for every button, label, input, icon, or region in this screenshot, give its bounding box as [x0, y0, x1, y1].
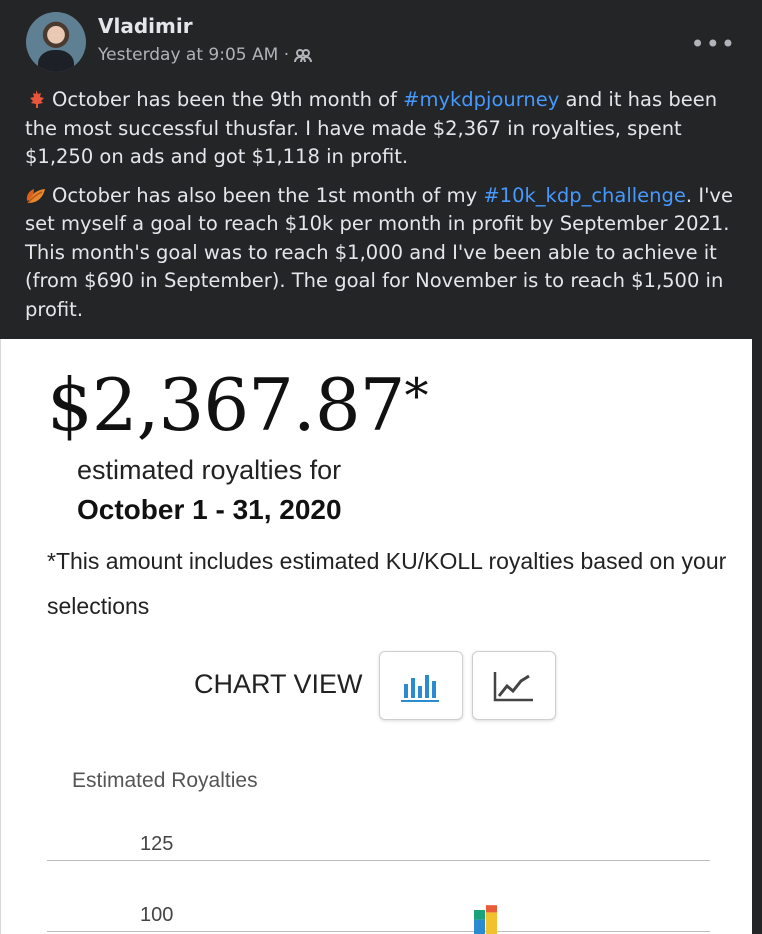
- bar-chart-view-button[interactable]: [379, 651, 463, 720]
- chart-title: Estimated Royalties: [72, 769, 258, 792]
- bar-segment: [486, 905, 497, 913]
- y-tick-label: 125: [140, 833, 174, 855]
- chart-view-label: CHART VIEW: [194, 669, 363, 699]
- author-name[interactable]: Vladimir: [98, 14, 193, 38]
- royalties-amount: $2,367.87*: [47, 363, 428, 447]
- maple-leaf-icon: [25, 89, 47, 109]
- fallen-leaf-icon: [25, 185, 47, 205]
- line-chart-icon: [493, 671, 533, 701]
- paragraph-text: October has been the 9th month of: [52, 88, 404, 111]
- y-gridline: [47, 860, 710, 861]
- royalties-note: *This amount includes estimated KU/KOLL …: [47, 548, 727, 619]
- post-body: October has been the 9th month of #mykdp…: [25, 86, 735, 334]
- hashtag-link[interactable]: #mykdpjourney: [403, 88, 559, 111]
- post-meta: Yesterday at 9:05 AM ·: [98, 45, 313, 65]
- amount-value: $2,367.87: [47, 363, 405, 447]
- avatar[interactable]: [26, 12, 86, 72]
- post-paragraph: October has been the 9th month of #mykdp…: [25, 86, 735, 172]
- more-options-button[interactable]: •••: [691, 30, 736, 58]
- bar-chart-icon: [401, 674, 439, 702]
- post-header: Vladimir Yesterday at 9:05 AM · •••: [26, 12, 746, 72]
- line-chart-view-button[interactable]: [472, 651, 556, 720]
- y-gridline: [47, 931, 710, 932]
- y-tick-label: 100: [140, 904, 174, 926]
- facebook-post: Vladimir Yesterday at 9:05 AM · ••• Octo…: [0, 0, 752, 934]
- friends-icon[interactable]: [294, 46, 313, 64]
- estimated-label: estimated royalties for: [77, 455, 342, 485]
- paragraph-text: October has also been the 1st month of m…: [52, 183, 484, 207]
- bar-segment: [474, 910, 485, 920]
- post-timestamp[interactable]: Yesterday at 9:05 AM ·: [98, 45, 289, 65]
- date-range: October 1 - 31, 2020: [77, 494, 342, 525]
- amount-asterisk: *: [404, 368, 428, 424]
- royalties-screenshot[interactable]: $2,367.87* estimated royalties for Octob…: [0, 339, 752, 934]
- hashtag-link[interactable]: #10k_kdp_challenge: [483, 184, 686, 207]
- post-paragraph: October has also been the 1st month of m…: [25, 182, 735, 325]
